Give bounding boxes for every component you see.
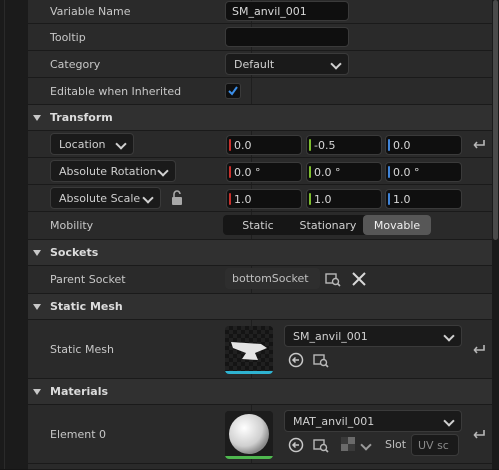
material-thumbnail[interactable] [225,411,273,459]
x-axis-bar [229,139,231,151]
tooltip-label: Tooltip [50,30,86,44]
parent-socket-field[interactable]: bottomSocket [225,268,320,289]
collapse-caret-icon[interactable] [33,114,41,121]
scale-y-value: 1.0 [314,192,332,206]
location-z-value: 0.0 [393,138,411,152]
mobility-segmented-control: Static Stationary Movable [223,215,431,235]
rotation-y-input[interactable]: 0.0 ° [306,162,382,182]
variable-name-label: Variable Name [50,5,131,18]
static-mesh-section-header[interactable]: Static Mesh [28,294,492,320]
variable-name-input[interactable]: SM_anvil_001 [225,1,349,21]
sockets-section-header[interactable]: Sockets [28,240,492,266]
next-row [28,464,492,470]
materials-section-header[interactable]: Materials [28,379,492,405]
rotation-x-input[interactable]: 0.0 ° [226,162,302,182]
location-y-input[interactable]: -0.5 [306,135,382,155]
rotation-z-value: 0.0 ° [393,165,420,179]
rotation-dropdown[interactable]: Absolute Rotation [50,160,176,182]
static-mesh-label: Static Mesh [50,342,114,356]
location-dropdown[interactable]: Location [50,133,134,155]
rotation-x-value: 0.0 ° [234,165,261,179]
chevron-down-icon [443,330,455,342]
rotation-y-value: 0.0 ° [314,165,341,179]
chevron-down-icon [157,165,169,177]
scale-y-input[interactable]: 1.0 [306,189,382,209]
editable-row: Editable when Inherited [28,78,492,105]
browse-socket-icon[interactable] [325,271,341,287]
scrollbar-thumb[interactable] [493,0,498,240]
checkmark-icon [228,86,238,96]
use-selected-material-icon[interactable] [288,437,304,453]
location-y-value: -0.5 [314,138,336,152]
mobility-movable-button[interactable]: Movable [363,215,431,235]
use-selected-asset-icon[interactable] [288,352,304,368]
rotation-label: Absolute Rotation [59,164,157,178]
chevron-down-icon [330,58,342,70]
lock-icon[interactable] [170,190,186,206]
sockets-section-title: Sockets [50,246,99,259]
location-x-input[interactable]: 0.0 [226,135,302,155]
material-asset-name: MAT_anvil_001 [293,414,375,428]
transform-section-header[interactable]: Transform [28,105,492,131]
location-label: Location [59,137,106,151]
slot-label: Slot [385,438,407,451]
collapse-caret-icon[interactable] [33,249,41,256]
browse-material-icon[interactable] [313,437,329,453]
browse-asset-icon[interactable] [313,352,329,368]
scrollbar[interactable] [492,0,499,469]
location-x-value: 0.0 [234,138,252,152]
transform-section-title: Transform [50,111,113,124]
static-mesh-dropdown[interactable]: SM_anvil_001 [284,325,462,347]
y-axis-bar [309,139,311,151]
scale-z-input[interactable]: 1.0 [385,189,462,209]
y-axis-bar [309,166,311,178]
rotation-z-input[interactable]: 0.0 ° [385,162,462,182]
left-gutter [0,0,28,469]
clear-socket-icon[interactable] [351,271,367,287]
editable-checkbox[interactable] [225,83,241,99]
static-mesh-asset-name: SM_anvil_001 [293,329,368,343]
reset-location-icon[interactable] [472,137,486,155]
category-dropdown[interactable]: Default [225,53,349,75]
material-dropdown[interactable]: MAT_anvil_001 [284,410,462,432]
z-axis-bar [388,166,390,178]
uv-scale-input[interactable]: UV sc [411,434,459,456]
scale-x-input[interactable]: 1.0 [226,189,302,209]
static-mesh-section-title: Static Mesh [50,300,123,313]
materials-section-title: Materials [50,385,109,398]
chevron-down-icon [443,415,455,427]
z-axis-bar [388,193,390,205]
x-axis-bar [229,166,231,178]
static-mesh-thumbnail[interactable] [225,326,273,374]
chevron-down-icon [115,138,127,150]
editable-label: Editable when Inherited [50,84,182,98]
element-0-label: Element 0 [50,427,107,441]
reset-static-mesh-icon[interactable] [472,342,486,360]
category-label: Category [50,57,101,71]
location-z-input[interactable]: 0.0 [385,135,462,155]
mobility-stationary-button[interactable]: Stationary [293,215,363,235]
scale-x-value: 1.0 [234,192,252,206]
checker-texture-icon[interactable] [341,437,357,453]
tooltip-input[interactable] [225,27,349,47]
mobility-static-button[interactable]: Static [223,215,293,235]
category-value: Default [234,57,275,71]
chevron-down-icon [142,192,154,204]
x-axis-bar [229,193,231,205]
collapse-caret-icon[interactable] [33,303,41,310]
mobility-label: Mobility [50,219,94,232]
reset-material-icon[interactable] [472,427,486,445]
scale-dropdown[interactable]: Absolute Scale [50,187,161,209]
scale-label: Absolute Scale [59,191,141,205]
y-axis-bar [309,193,311,205]
parent-socket-label: Parent Socket [50,273,126,286]
z-axis-bar [388,139,390,151]
scale-z-value: 1.0 [393,192,411,206]
collapse-caret-icon[interactable] [33,388,41,395]
